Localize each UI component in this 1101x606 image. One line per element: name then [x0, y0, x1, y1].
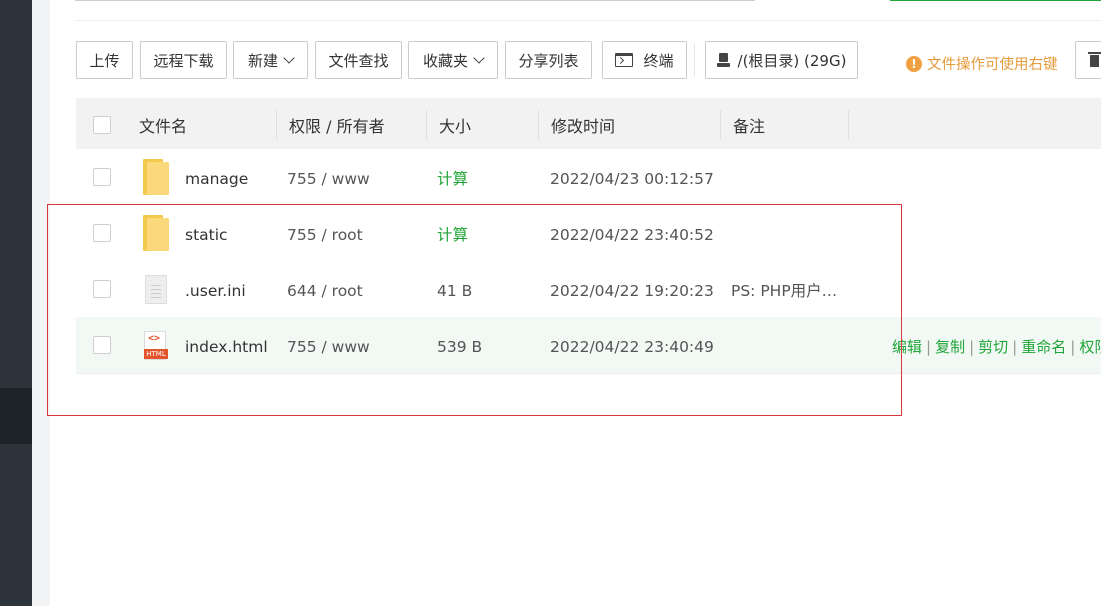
header-divider [426, 110, 427, 140]
copy-link[interactable]: 复制 [935, 338, 965, 356]
file-name[interactable]: manage [185, 149, 248, 205]
table-header: 文件名 权限 / 所有者 大小 修改时间 备注 [76, 98, 1101, 150]
toolbar-separator [694, 44, 695, 76]
row-actions: 编辑|复制|剪切|重命名|权限 [892, 317, 1101, 373]
path-input[interactable] [75, 0, 755, 1]
rename-link[interactable]: 重命名 [1021, 338, 1066, 356]
root-path-label: /(根目录) (29G) [737, 51, 847, 70]
share-list-button[interactable]: 分享列表 [505, 41, 592, 79]
header-size[interactable]: 大小 [439, 98, 471, 149]
folder-icon [143, 159, 169, 195]
remote-download-button[interactable]: 远程下载 [140, 41, 227, 79]
tip-text: 文件操作可使用右键 [927, 57, 1058, 73]
sidebar-active-item[interactable] [0, 388, 32, 444]
highlight-box [47, 204, 902, 416]
header-filename[interactable]: 文件名 [139, 98, 187, 149]
header-divider [848, 110, 849, 140]
trash-icon [1088, 52, 1101, 67]
file-size[interactable]: 计算 [437, 149, 468, 205]
favorites-button-label: 收藏夹 [422, 51, 468, 70]
context-menu-tip: ! 文件操作可使用右键 [906, 53, 1058, 74]
info-icon: ! [906, 55, 922, 72]
row-checkbox[interactable] [93, 168, 111, 186]
file-permission[interactable]: 755 / www [287, 149, 370, 205]
upload-button[interactable]: 上传 [76, 41, 133, 79]
root-path-button[interactable]: /(根目录) (29G) [705, 41, 858, 79]
header-modified[interactable]: 修改时间 [551, 98, 615, 149]
sidebar [0, 0, 32, 606]
divider [75, 20, 1101, 21]
terminal-button-label: 终端 [643, 51, 674, 70]
select-all-checkbox[interactable] [93, 116, 111, 134]
terminal-icon [615, 53, 634, 67]
permission-link[interactable]: 权限 [1079, 338, 1101, 356]
terminal-button[interactable]: 终端 [602, 41, 687, 79]
disk-icon [716, 53, 730, 67]
new-dropdown-button[interactable]: 新建 [233, 41, 308, 79]
header-note: 备注 [733, 117, 766, 136]
new-button-label: 新建 [247, 51, 278, 70]
chevron-down-icon [283, 51, 295, 64]
favorites-dropdown-button[interactable]: 收藏夹 [408, 41, 498, 79]
recycle-bin-button[interactable] [1075, 41, 1101, 79]
header-divider [720, 110, 721, 140]
header-divider [276, 110, 277, 140]
file-modified: 2022/04/23 00:12:57 [550, 170, 714, 188]
header-divider [538, 110, 539, 140]
top-accent-bar [890, 0, 1101, 1]
file-search-button[interactable]: 文件查找 [315, 41, 402, 79]
header-permission[interactable]: 权限 / 所有者 [289, 98, 385, 149]
chevron-down-icon [473, 51, 485, 64]
table-row[interactable]: manage 755 / www 计算 2022/04/23 00:12:57 [76, 149, 1101, 206]
cut-link[interactable]: 剪切 [978, 338, 1008, 356]
